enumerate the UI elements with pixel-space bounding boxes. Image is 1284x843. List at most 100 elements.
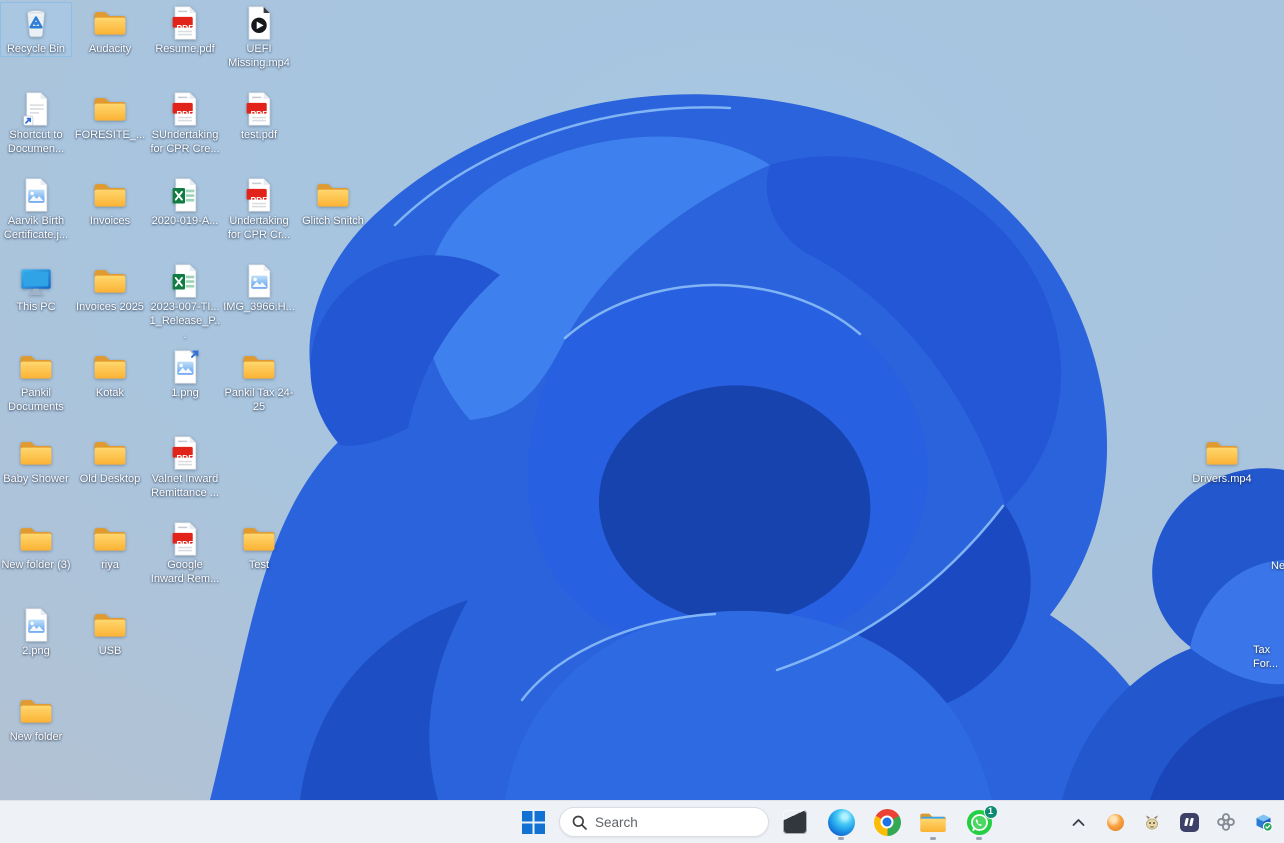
image-file-icon [19, 608, 53, 642]
desktop-icon-label: 1.png [171, 386, 199, 400]
desktop-icon-video[interactable]: UEFI Missing.mp4 [223, 2, 295, 71]
desktop-icon-folder[interactable]: Baby Shower [0, 432, 72, 487]
taskbar-app-edge[interactable] [821, 802, 861, 842]
folder-icon [19, 350, 53, 384]
running-indicator [930, 837, 936, 840]
tray-sync-cube-app[interactable] [1252, 811, 1274, 833]
taskbar-app-chrome[interactable] [867, 802, 907, 842]
desktop-icon-folder[interactable]: New folder [0, 690, 72, 745]
taskbar-app-whatsapp[interactable]: 1 [959, 802, 999, 842]
desktop-icon-label: Baby Shower [3, 472, 68, 486]
desktop-icon-excel[interactable]: 2023-007-TI... 1_Release_P... [149, 260, 221, 343]
desktop-icon-label: Tax For... [1253, 643, 1278, 671]
desktop-icon-folder[interactable]: riya [74, 518, 146, 573]
svg-text:PDF: PDF [177, 23, 194, 33]
search-icon [572, 815, 587, 830]
desktop-icon-label: SUndertaking for CPR Cre... [150, 128, 220, 156]
desktop-icon-folder[interactable]: Audacity [74, 2, 146, 57]
desktop-icon-pdf[interactable]: PDF test.pdf [223, 88, 295, 143]
tray-clover-app[interactable] [1215, 811, 1237, 833]
folder-icon [93, 178, 127, 212]
desktop-icon-folder[interactable]: Test [223, 518, 295, 573]
chevron-up-icon [1072, 818, 1085, 827]
mascot-icon [1143, 813, 1161, 831]
image-shortcut-icon [168, 350, 202, 384]
shortcut-document-icon [19, 92, 53, 126]
desktop-icon-pdf[interactable]: PDF Google Inward Rem... [149, 518, 221, 587]
desktop-icon-this-pc[interactable]: This PC [0, 260, 72, 315]
pdf-file-icon: PDF [168, 6, 202, 40]
folder-icon [242, 350, 276, 384]
image-file-icon [242, 264, 276, 298]
desktop-icon-folder[interactable]: Pankil Documents [0, 346, 72, 415]
desktop-icon-excel[interactable]: 2020-019-A... [149, 174, 221, 229]
desktop-icon-folder[interactable]: Invoices 2025 [74, 260, 146, 315]
desktop-icon-folder[interactable]: Old Desktop [74, 432, 146, 487]
folder-icon [19, 436, 53, 470]
desktop-icon-label: Invoices [90, 214, 130, 228]
desktop-icon-image[interactable]: Aarvik Birth Certificate.j... [0, 174, 72, 243]
running-indicator [838, 837, 844, 840]
desktop-icon-folder[interactable]: Pankil Tax 24-25 [223, 346, 295, 415]
tray-mascot-app[interactable] [1141, 811, 1163, 833]
desktop-icon-folder[interactable]: Glitch Snitch [297, 174, 369, 229]
desktop-icon-label: IMG_3966.H... [223, 300, 295, 314]
taskbar-app-window[interactable] [775, 802, 815, 842]
desktop-icon-label: Pankil Documents [1, 386, 71, 414]
folder-icon [242, 522, 276, 556]
desktop-icon-label: Drivers.mp4 [1192, 472, 1251, 486]
desktop-icon-folder[interactable]: Invoices [74, 174, 146, 229]
whatsapp-notification-badge: 1 [984, 805, 998, 819]
taskbar-search[interactable] [559, 807, 769, 837]
desktop-icon-label: Shortcut to Documen... [1, 128, 71, 156]
edge-icon [828, 809, 855, 836]
desktop-icon-clipped[interactable]: Tax For... [1252, 637, 1284, 672]
desktop-icon-label: Valnet Inward Remittance ... [150, 472, 220, 500]
start-button[interactable] [513, 802, 553, 842]
search-input[interactable] [595, 815, 745, 830]
desktop-icon-folder[interactable]: Kotak [74, 346, 146, 401]
svg-text:PDF: PDF [251, 109, 268, 119]
desktop-icon-label: riya [101, 558, 119, 572]
desktop-icon-label: Old Desktop [80, 472, 141, 486]
folder-icon [1205, 436, 1239, 470]
desktop-icon-folder[interactable]: New folder (3) [0, 518, 72, 573]
quotes-app-icon [1180, 813, 1199, 832]
desktop-icon-label: This PC [16, 300, 55, 314]
excel-file-icon [168, 264, 202, 298]
show-hidden-icons-chevron[interactable] [1067, 811, 1089, 833]
desktop-icon-label: Pankil Tax 24-25 [224, 386, 294, 414]
folder-icon [93, 436, 127, 470]
desktop-icon-clipped[interactable]: Ne... [1270, 553, 1284, 574]
desktop-icon-pdf[interactable]: PDF Valnet Inward Remittance ... [149, 432, 221, 501]
desktop-icon-image[interactable]: IMG_3966.H... [223, 260, 295, 315]
desktop-icon-folder[interactable]: USB [74, 604, 146, 659]
desktop-icon-label: test.pdf [241, 128, 277, 142]
folder-icon [93, 522, 127, 556]
this-pc-icon [19, 264, 53, 298]
desktop-icon-label: 2020-019-A... [152, 214, 219, 228]
desktop-icon-pdf[interactable]: PDF Resume.pdf [149, 2, 221, 57]
taskbar-app-file-explorer[interactable] [913, 802, 953, 842]
desktop-icon-label: Undertaking for CPR Cr... [224, 214, 294, 242]
desktop-icon-folder[interactable]: Drivers.mp4 [1186, 432, 1258, 487]
desktop-icon-recycle-bin[interactable]: Recycle Bin [0, 2, 72, 57]
folder-icon [93, 6, 127, 40]
desktop-icon-label: Recycle Bin [7, 42, 65, 56]
desktop-icon-pdf[interactable]: PDF SUndertaking for CPR Cre... [149, 88, 221, 157]
tray-quotes-app[interactable] [1178, 811, 1200, 833]
desktop-icon-pdf[interactable]: PDF Undertaking for CPR Cr... [223, 174, 295, 243]
excel-file-icon [168, 178, 202, 212]
tray-orange-search-app[interactable] [1104, 811, 1126, 833]
desktop-icon-image-shortcut[interactable]: 1.png [149, 346, 221, 401]
system-tray [1067, 801, 1274, 843]
desktop-icon-label: Ne... [1271, 559, 1284, 573]
desktop-icon-label: USB [99, 644, 122, 658]
desktop-icon-image[interactable]: 2.png [0, 604, 72, 659]
desktop-icon-folder[interactable]: FORESITE_... [74, 88, 146, 143]
desktop-icon-shortcut-document[interactable]: Shortcut to Documen... [0, 88, 72, 157]
folder-icon [19, 694, 53, 728]
file-explorer-icon [919, 811, 947, 834]
folder-icon [93, 608, 127, 642]
orange-search-icon [1107, 814, 1124, 831]
